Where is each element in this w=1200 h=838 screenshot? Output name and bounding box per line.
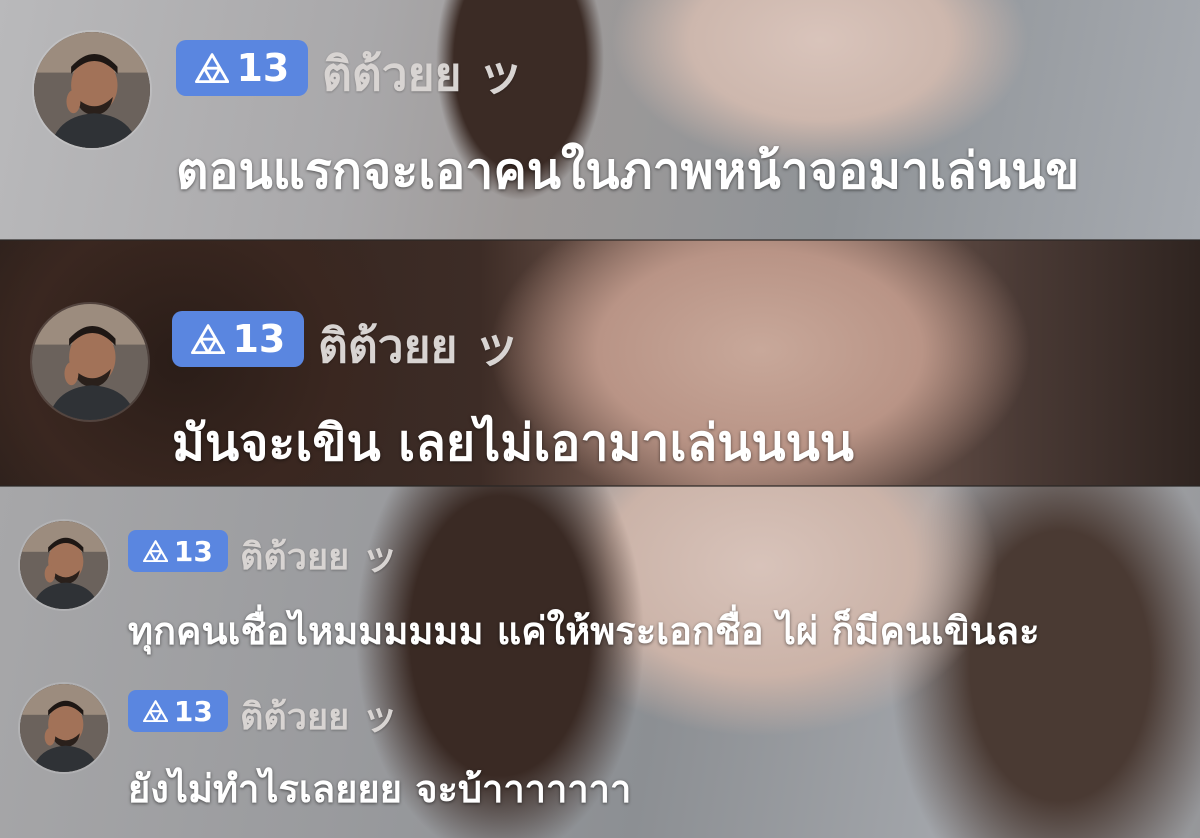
user-avatar[interactable]	[20, 684, 108, 772]
level-number: 13	[173, 694, 213, 728]
avatar-portrait-icon	[20, 684, 108, 772]
avatar-portrait-icon	[32, 304, 148, 420]
level-badge: 13	[176, 40, 308, 96]
username[interactable]: ติต้วยย ッ	[240, 528, 398, 585]
comment-text: ยังไม่ทำไรเลยยย จะบ้าาาาาาา	[128, 767, 632, 811]
frame-divider	[0, 239, 1200, 241]
level-number: 13	[232, 317, 286, 361]
level-badge: 13	[172, 311, 304, 367]
triangle-level-icon	[190, 324, 225, 354]
frame-divider	[0, 485, 1200, 487]
username[interactable]: ติต้วยย ッ	[322, 38, 524, 111]
username[interactable]: ติต้วยย ッ	[240, 688, 398, 745]
comment-text: มันจะเขิน เลยไม่เอามาเล่นนนน	[172, 414, 854, 472]
level-number: 13	[236, 46, 290, 90]
username[interactable]: ติต้วยย ッ	[318, 310, 520, 383]
triangle-level-icon	[143, 699, 169, 723]
comment-text: ทุกคนเชื่อไหมมมมมม แค่ให้พระเอกชื่อ ไผ่ …	[128, 609, 1040, 653]
level-number: 13	[173, 534, 213, 568]
triangle-level-icon	[194, 53, 229, 83]
comment-text: ตอนแรกจะเอาคนในภาพหน้าจอมาเล่นนข	[176, 142, 1080, 200]
avatar-portrait-icon	[34, 32, 150, 148]
user-avatar[interactable]	[20, 521, 108, 609]
user-avatar[interactable]	[32, 304, 148, 420]
level-badge: 13	[128, 530, 228, 572]
user-avatar[interactable]	[34, 32, 150, 148]
level-badge: 13	[128, 690, 228, 732]
avatar-portrait-icon	[20, 521, 108, 609]
triangle-level-icon	[143, 539, 169, 563]
